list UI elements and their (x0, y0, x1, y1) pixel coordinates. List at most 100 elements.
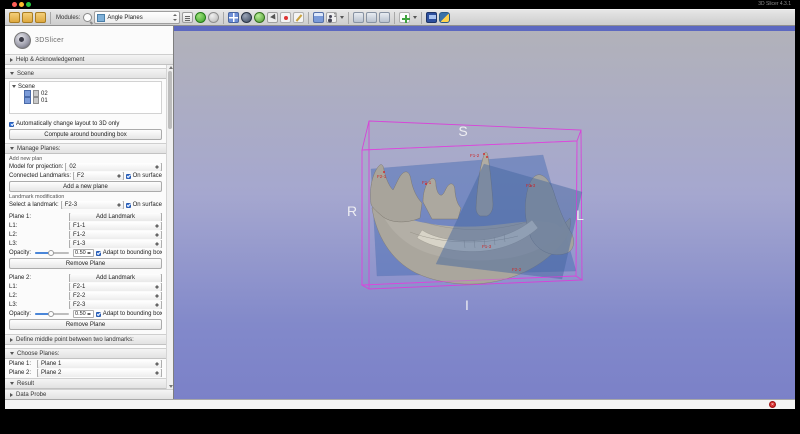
extensions-manager-icon[interactable] (399, 12, 410, 23)
model-projection-combo[interactable]: 02 (65, 163, 162, 171)
orientation-superior-label: S (458, 123, 467, 139)
slider-thumb-handle[interactable] (48, 250, 54, 256)
toolbar-separator (394, 12, 395, 24)
viewer-layout-icon[interactable] (313, 12, 324, 23)
choose-plane1-combo[interactable]: Plane 1 (37, 360, 162, 368)
module-history-icon[interactable] (182, 12, 193, 23)
extensions-dropdown-arrow-icon[interactable] (413, 16, 417, 19)
section-result[interactable]: Result (5, 378, 166, 389)
load-dicom-icon[interactable] (9, 12, 20, 23)
section-data-probe[interactable]: Data Probe (5, 389, 173, 399)
tree-item-label: 02 (41, 91, 48, 97)
scrollbar-up-arrow-icon[interactable] (169, 66, 173, 69)
plane1-l3-combo[interactable]: F1-3 (69, 240, 162, 248)
connected-landmarks-combo[interactable]: F2 (73, 172, 124, 180)
scene-view-restore-icon[interactable] (379, 12, 390, 23)
add-new-plane-button[interactable]: Add a new plane (9, 181, 162, 192)
scrollbar-down-arrow-icon[interactable] (169, 385, 173, 388)
plane1-add-landmark-button[interactable]: Add Landmark (69, 213, 162, 221)
landmark-label: F1-2 (470, 153, 480, 158)
layout-selector-icon[interactable] (228, 12, 239, 23)
landmark-label: F1-3 (482, 244, 492, 249)
model-visibility-icon[interactable] (24, 90, 31, 97)
section-label: Scene (17, 71, 34, 77)
plane2-l3-combo[interactable]: F2-3 (69, 301, 162, 309)
plane2-add-landmark-button[interactable]: Add Landmark (69, 274, 162, 282)
plane1-adapt-checkbox[interactable] (96, 251, 101, 256)
section-midpoint[interactable]: Define middle point between two landmark… (5, 334, 166, 345)
plane2-l1-combo[interactable]: F2-1 (69, 283, 162, 291)
annotation-pencil-icon[interactable] (293, 12, 304, 23)
scene-tree-item-model-01[interactable]: 01 (12, 97, 159, 104)
plane1-opacity-slider[interactable] (35, 252, 69, 254)
section-choose-planes[interactable]: Choose Planes: (5, 348, 166, 359)
auto-layout-checkbox[interactable] (9, 122, 14, 127)
save-icon[interactable] (35, 12, 46, 23)
plane1-remove-button[interactable]: Remove Plane (9, 258, 162, 269)
module-selector-combo[interactable]: Angle Planes (94, 11, 180, 24)
section-scene[interactable]: Scene (5, 68, 166, 79)
plane1-l1-combo[interactable]: F1-1 (69, 222, 162, 230)
panel-scrollbar[interactable] (166, 65, 173, 389)
scene-tree-root[interactable]: Scene (12, 83, 159, 90)
module-next-icon[interactable] (208, 12, 219, 23)
viewers-person-icon[interactable]: 1 (326, 12, 337, 23)
choose-plane2-combo[interactable]: Plane 2 (37, 369, 162, 377)
module-previous-icon[interactable] (195, 12, 206, 23)
threed-viewport[interactable]: F2-1 F1-1 F1-2 F2-3 F1-3 F2-2 S R L I (174, 26, 795, 399)
collapsed-arrow-icon (10, 393, 13, 397)
screenshot-icon[interactable] (353, 12, 364, 23)
viewers-dropdown-arrow-icon[interactable] (340, 16, 344, 19)
scene-tree-item-model-02[interactable]: 02 (12, 90, 159, 97)
error-log-button[interactable] (769, 401, 776, 408)
add-new-plane-group-label: Add new plan (9, 156, 162, 162)
compute-bounding-box-button[interactable]: Compute around bounding box (9, 129, 162, 140)
module-panel: 3DSlicer Help & Acknowledgement Scene Sc… (5, 26, 174, 399)
orientation-inferior-label: I (465, 297, 469, 313)
on-surface-checkbox[interactable] (126, 203, 131, 208)
select-landmark-row: Select a landmark: F2-3 On surface (9, 201, 162, 209)
plane2-opacity-spinbox[interactable]: 0.50 (73, 310, 94, 318)
module-search-icon[interactable] (83, 13, 92, 22)
markups-sphere-icon[interactable] (241, 12, 252, 23)
landmark-label: F2-2 (512, 267, 522, 272)
plane2-l2-combo[interactable]: F2-2 (69, 292, 162, 300)
adapt-label: Adapt to bounding box (103, 250, 162, 256)
layout-checkbox-row: Automatically change layout to 3D only (9, 120, 162, 128)
select-landmark-combo[interactable]: F2-3 (61, 201, 124, 209)
landmark-modification-group-label: Landmark modification (9, 194, 162, 200)
place-fiducial-icon[interactable] (280, 12, 291, 23)
section-label: Define middle point between two landmark… (16, 337, 134, 343)
maximize-window-button[interactable] (26, 2, 31, 7)
volume-rendering-icon[interactable] (254, 12, 265, 23)
expanded-arrow-icon (10, 72, 14, 75)
threed-scene[interactable]: F2-1 F1-1 F1-2 F2-3 F1-3 F2-2 S R L I (174, 26, 795, 399)
python-console-icon[interactable] (439, 12, 450, 23)
scrollbar-thumb[interactable] (168, 71, 172, 129)
plane2-header-row: Plane 2: Add Landmark (9, 274, 162, 282)
model-visibility-icon[interactable] (24, 97, 31, 104)
plane2-remove-button[interactable]: Remove Plane (9, 319, 162, 330)
minimize-window-button[interactable] (19, 2, 24, 7)
slider-thumb-handle[interactable] (48, 311, 54, 317)
plane1-l2-combo[interactable]: F1-2 (69, 231, 162, 239)
terminal-icon[interactable] (426, 12, 437, 23)
plane2-adapt-checkbox[interactable] (96, 312, 101, 317)
scene-view-capture-icon[interactable] (366, 12, 377, 23)
section-help-acknowledgement[interactable]: Help & Acknowledgement (5, 54, 173, 65)
on-surface-checkbox[interactable] (126, 174, 131, 179)
section-manage-planes[interactable]: Manage Planes: (5, 143, 166, 154)
landmark-label: F2-1 (377, 174, 387, 179)
load-data-icon[interactable] (22, 12, 33, 23)
plane1-opacity-spinbox[interactable]: 0.50 (73, 249, 94, 257)
plane1-label: Plane 1: (9, 214, 67, 220)
plane2-opacity-slider[interactable] (35, 313, 69, 315)
mouse-interaction-icon[interactable] (267, 12, 278, 23)
close-window-button[interactable] (12, 2, 17, 7)
tree-expander-icon[interactable] (12, 85, 16, 88)
opacity-label: Opacity: (9, 250, 31, 256)
on-surface-label: On surface (133, 173, 162, 179)
slicer-logo-text: 3DSlicer (35, 37, 64, 44)
landmark-label: F2-3 (526, 183, 536, 188)
choose-plane2-row: Plane 2: Plane 2 (9, 369, 162, 377)
